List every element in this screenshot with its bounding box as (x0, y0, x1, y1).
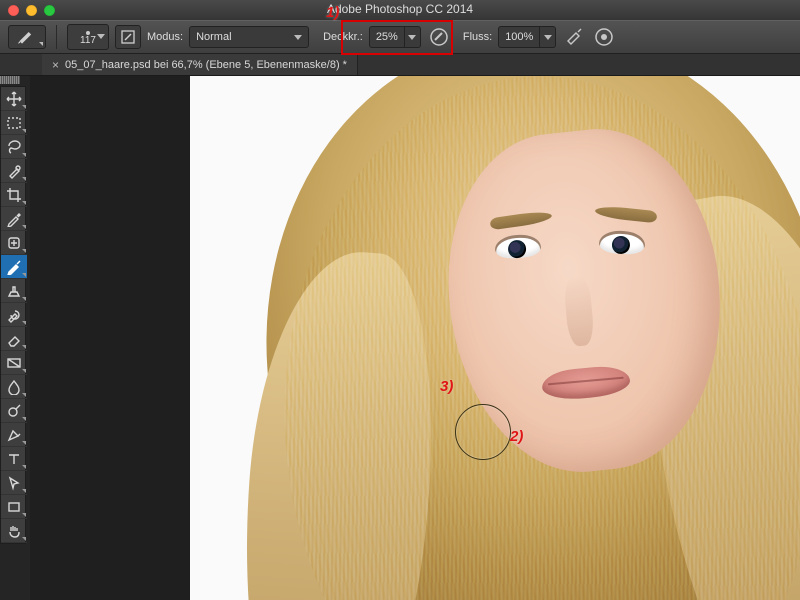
flow-label: Fluss: (463, 31, 492, 43)
eyedropper-tool[interactable] (1, 207, 27, 231)
brush-size-value: 117 (80, 36, 96, 46)
pressure-opacity-toggle[interactable] (427, 25, 451, 49)
blur-tool[interactable] (1, 375, 27, 399)
rectangular-marquee-tool[interactable] (1, 111, 27, 135)
pressure-size-toggle[interactable] (592, 25, 616, 49)
chevron-down-icon (97, 34, 105, 39)
pen-tool[interactable] (1, 423, 27, 447)
brush-panel-toggle[interactable] (115, 25, 141, 49)
brush-preset-picker[interactable]: 117 (67, 24, 109, 50)
chevron-down-icon (294, 35, 302, 40)
document-tab[interactable]: × 05_07_haare.psd bei 66,7% (Ebene 5, Eb… (42, 54, 358, 75)
canvas-area: 2) 3) (30, 76, 800, 600)
chevron-down-icon (544, 35, 552, 40)
options-bar: 117 Modus: Normal Deckkr.: 25% Fluss: 10… (0, 20, 800, 54)
brush-tool[interactable] (1, 255, 27, 279)
brush-panel-icon (120, 29, 136, 45)
brush-cursor-ring (455, 404, 511, 460)
history-brush-tool[interactable] (1, 303, 27, 327)
move-tool[interactable] (1, 87, 27, 111)
lasso-tool[interactable] (1, 135, 27, 159)
flow-value: 100% (505, 31, 533, 43)
workspace: 2) 3) (0, 76, 800, 600)
flow-field[interactable]: 100% (498, 26, 556, 48)
toolbox (0, 86, 26, 544)
tablet-size-icon (594, 27, 614, 47)
blend-mode-value: Normal (196, 31, 231, 43)
opacity-field[interactable]: 25% (369, 26, 421, 48)
chevron-down-icon (408, 35, 416, 40)
document-tab-title: 05_07_haare.psd bei 66,7% (Ebene 5, Eben… (65, 59, 347, 71)
brush-icon (17, 29, 37, 45)
blend-mode-dropdown[interactable]: Normal (189, 26, 309, 48)
close-tab-icon[interactable]: × (52, 59, 59, 71)
window-titlebar: Adobe Photoshop CC 2014 (0, 0, 800, 20)
blend-mode-label: Modus: (147, 31, 183, 43)
gradient-tool[interactable] (1, 351, 27, 375)
panel-grip[interactable] (0, 76, 20, 84)
opacity-dropdown[interactable] (405, 26, 421, 48)
clone-stamp-tool[interactable] (1, 279, 27, 303)
hand-tool[interactable] (1, 519, 27, 543)
tablet-pressure-icon (429, 27, 449, 47)
crop-tool[interactable] (1, 183, 27, 207)
type-tool[interactable] (1, 447, 27, 471)
opacity-label: Deckkr.: (323, 31, 363, 43)
eraser-tool[interactable] (1, 327, 27, 351)
path-selection-tool[interactable] (1, 471, 27, 495)
airbrush-toggle[interactable] (562, 25, 586, 49)
flow-dropdown[interactable] (540, 26, 556, 48)
airbrush-icon (564, 27, 584, 47)
quick-selection-tool[interactable] (1, 159, 27, 183)
app-title: Adobe Photoshop CC 2014 (0, 2, 800, 16)
rectangle-tool[interactable] (1, 495, 27, 519)
document-canvas[interactable]: 2) 3) (190, 76, 800, 600)
dodge-tool[interactable] (1, 399, 27, 423)
document-tab-bar: × 05_07_haare.psd bei 66,7% (Ebene 5, Eb… (0, 54, 800, 76)
divider (56, 25, 57, 49)
tool-preset-picker[interactable] (8, 25, 46, 49)
opacity-value: 25% (376, 31, 398, 43)
healing-brush-tool[interactable] (1, 231, 27, 255)
